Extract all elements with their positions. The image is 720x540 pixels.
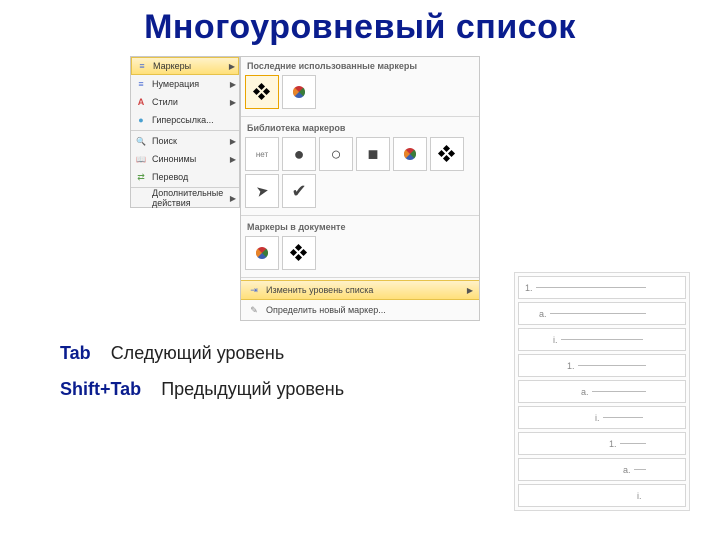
- level-row[interactable]: 1.: [518, 432, 686, 455]
- context-menu-label: Маркеры: [153, 61, 225, 71]
- level-row[interactable]: 1.: [518, 276, 686, 299]
- level-line: [634, 469, 646, 470]
- hint-shift-desc: Предыдущий уровень: [161, 379, 344, 399]
- context-menu-item[interactable]: Гиперссылка...: [131, 111, 239, 129]
- gallery-section-recent: Последние использованные маркеры: [241, 57, 479, 75]
- level-prefix: a.: [623, 465, 631, 475]
- level-row[interactable]: a.: [518, 302, 686, 325]
- context-menu-label: Синонимы: [152, 154, 226, 164]
- ic-world-icon: [134, 113, 148, 127]
- ic-num-icon: [134, 77, 148, 91]
- chevron-right-icon: ▶: [230, 194, 236, 203]
- level-row[interactable]: i.: [518, 406, 686, 429]
- chevron-right-icon: ▶: [230, 80, 236, 89]
- gallery-section-doc: Маркеры в документе: [241, 218, 479, 236]
- level-prefix: a.: [581, 387, 589, 397]
- ic-a-icon: [134, 95, 148, 109]
- level-line: [578, 365, 646, 366]
- gallery-section-library: Библиотека маркеров: [241, 119, 479, 137]
- chevron-right-icon: ▶: [230, 98, 236, 107]
- level-prefix: 1.: [525, 283, 533, 293]
- context-menu-label: Поиск: [152, 136, 226, 146]
- ic-book-icon: [134, 152, 148, 166]
- context-menu-item[interactable]: Дополнительные действия ▶: [131, 189, 239, 207]
- level-row[interactable]: a.: [518, 380, 686, 403]
- context-menu-item[interactable]: Перевод: [131, 168, 239, 186]
- blank-icon: [134, 191, 148, 205]
- bullet-gallery: Последние использованные маркеры Библиот…: [240, 56, 480, 321]
- context-menu-item[interactable]: Поиск ▶: [131, 132, 239, 150]
- hint-tab-desc: Следующий уровень: [111, 343, 285, 363]
- level-prefix: i.: [553, 335, 558, 345]
- ic-search-icon: [134, 134, 148, 148]
- keyboard-hints: Tab Следующий уровень Shift+Tab Предыдущ…: [60, 335, 344, 407]
- gallery-change-level-label: Изменить уровень списка: [266, 285, 373, 295]
- level-prefix: i.: [637, 491, 642, 501]
- bullet-option[interactable]: ○: [319, 137, 353, 171]
- chevron-right-icon: ▶: [230, 155, 236, 164]
- chevron-right-icon: ▶: [229, 62, 235, 71]
- bullet-option-color[interactable]: [393, 137, 427, 171]
- define-icon: [247, 303, 261, 317]
- context-menu-label: Нумерация: [152, 79, 226, 89]
- context-menu-label: Дополнительные действия: [152, 188, 226, 208]
- context-menu-item[interactable]: Нумерация ▶: [131, 75, 239, 93]
- context-menu-label: Перевод: [152, 172, 236, 182]
- bullet-option[interactable]: ✔: [282, 174, 316, 208]
- gallery-define-new[interactable]: Определить новый маркер...: [241, 300, 479, 320]
- level-prefix: i.: [595, 413, 600, 423]
- level-line: [620, 443, 646, 444]
- level-row[interactable]: i.: [518, 328, 686, 351]
- level-prefix: 1.: [609, 439, 617, 449]
- bullet-option[interactable]: ■: [356, 137, 390, 171]
- level-line: [550, 313, 646, 314]
- chevron-right-icon: ▶: [230, 137, 236, 146]
- gallery-define-new-label: Определить новый маркер...: [266, 305, 386, 315]
- context-menu-label: Стили: [152, 97, 226, 107]
- level-line: [603, 417, 643, 418]
- bullet-option[interactable]: ●: [282, 137, 316, 171]
- hint-tab-key: Tab: [60, 343, 91, 363]
- gallery-library-grid: нет●○■ ➤✔: [241, 137, 479, 213]
- hint-shift-key: Shift+Tab: [60, 379, 141, 399]
- gallery-recent-grid: [241, 75, 479, 114]
- ic-bullets-icon: [135, 59, 149, 73]
- level-row[interactable]: 1.: [518, 354, 686, 377]
- gallery-doc-grid: [241, 236, 479, 275]
- level-row[interactable]: i.: [518, 484, 686, 507]
- bullet-option-arrowhead[interactable]: ➤: [245, 174, 279, 208]
- context-menu-item[interactable]: Маркеры ▶: [131, 57, 239, 75]
- bullet-option-color[interactable]: [282, 75, 316, 109]
- level-line: [592, 391, 646, 392]
- bullet-option-four-diamond[interactable]: [282, 236, 316, 270]
- level-prefix: 1.: [567, 361, 575, 371]
- bullet-option-color[interactable]: [245, 236, 279, 270]
- bullet-option-none[interactable]: нет: [245, 137, 279, 171]
- context-menu-item[interactable]: Стили ▶: [131, 93, 239, 111]
- context-menu: Маркеры▶Нумерация▶Стили▶Гиперссылка...По…: [130, 56, 240, 208]
- ic-trans-icon: [134, 170, 148, 184]
- context-menu-label: Гиперссылка...: [152, 115, 236, 125]
- level-row[interactable]: a.: [518, 458, 686, 481]
- context-menu-item[interactable]: Синонимы ▶: [131, 150, 239, 168]
- gallery-change-level[interactable]: Изменить уровень списка ▶: [241, 280, 479, 300]
- indent-icon: [247, 283, 261, 297]
- page-title: Многоуровневый список: [0, 0, 720, 47]
- bullet-option-four-diamond[interactable]: [245, 75, 279, 109]
- bullet-option-four-diamond[interactable]: [430, 137, 464, 171]
- level-list-panel: 1. a. i. 1. a. i. 1. a. i.: [514, 272, 690, 511]
- level-prefix: a.: [539, 309, 547, 319]
- level-line: [536, 287, 646, 288]
- chevron-right-icon: ▶: [467, 286, 473, 295]
- level-line: [561, 339, 643, 340]
